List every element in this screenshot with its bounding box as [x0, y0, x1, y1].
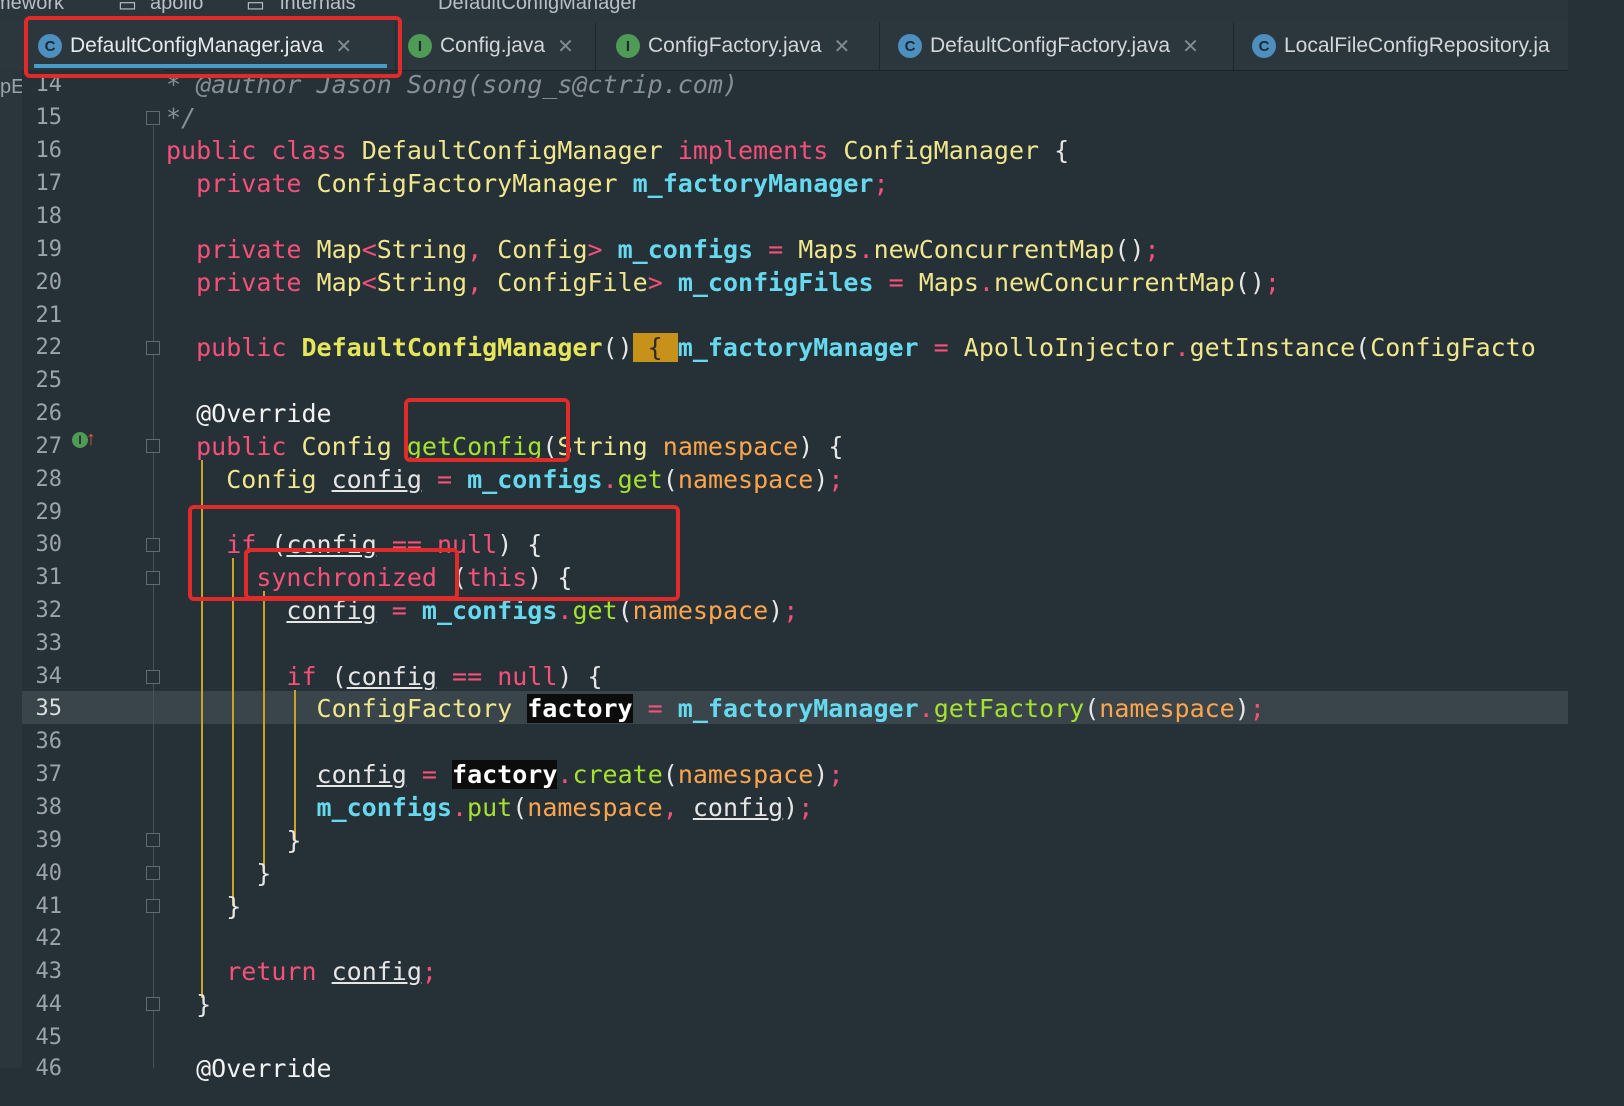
line-number[interactable]: 27 [22, 430, 63, 463]
line-number[interactable]: 17 [22, 167, 63, 200]
fold-marker[interactable] [146, 341, 160, 355]
tab-label: DefaultConfigFactory.java [930, 34, 1171, 57]
line-number[interactable]: 36 [22, 725, 63, 758]
close-icon[interactable]: ✕ [1182, 34, 1199, 59]
tab-localfileconfigrepository[interactable]: C LocalFileConfigRepository.ja [1242, 22, 1568, 70]
class-icon: C [1252, 34, 1276, 58]
line-number[interactable]: 32 [22, 594, 63, 627]
folder-icon: ▭ [246, 0, 265, 16]
code-line-20[interactable]: private Map<String, ConfigFile> m_config… [166, 266, 1280, 299]
code-line-28[interactable]: Config config = m_configs.get(namespace)… [166, 463, 843, 496]
line-number[interactable]: 26 [22, 397, 63, 430]
tool-strip-label: pE [0, 76, 25, 98]
code-line-40[interactable]: } [166, 857, 271, 890]
code-line-35[interactable]: ConfigFactory factory = m_factoryManager… [166, 692, 1265, 725]
fold-marker[interactable] [146, 866, 160, 880]
code-line-34[interactable]: if (config == null) { [166, 660, 602, 693]
arrow-up-icon: ↑ [86, 428, 96, 450]
line-number[interactable]: 31 [22, 561, 63, 594]
code-line-17[interactable]: private ConfigFactoryManager m_factoryMa… [166, 167, 888, 200]
line-number[interactable]: 41 [22, 890, 63, 923]
code-line-16[interactable]: public class DefaultConfigManager implem… [166, 134, 1069, 167]
breadcrumb-item[interactable]: apollo [150, 0, 203, 15]
tab-label: ConfigFactory.java [648, 34, 822, 57]
code-line-39[interactable]: } [166, 824, 301, 857]
fold-guide [153, 126, 154, 1068]
code-line-15[interactable]: */ [166, 101, 196, 134]
project-tool-strip[interactable]: pE [0, 70, 25, 1068]
breadcrumb-item[interactable]: mework [0, 0, 64, 15]
line-number[interactable]: 19 [22, 233, 63, 266]
line-number[interactable]: 40 [22, 857, 63, 890]
code-line-43[interactable]: return config; [166, 955, 437, 988]
line-number[interactable]: 16 [22, 134, 63, 167]
tab-configfactory[interactable]: I ConfigFactory.java ✕ [606, 22, 880, 70]
line-number[interactable]: 35 [22, 692, 63, 725]
line-number[interactable]: 39 [22, 824, 63, 857]
tab-config[interactable]: I Config.java ✕ [398, 22, 596, 70]
line-number[interactable]: 30 [22, 528, 63, 561]
line-number[interactable]: 29 [22, 496, 63, 529]
interface-icon: I [408, 34, 432, 58]
close-icon[interactable]: ✕ [834, 34, 851, 59]
tab-label: LocalFileConfigRepository.ja [1284, 34, 1550, 57]
code-line-37[interactable]: config = factory.create(namespace); [166, 758, 843, 791]
annotation-box-synchronized [244, 548, 459, 600]
code-line-44[interactable]: } [166, 988, 211, 1021]
breadcrumb-item[interactable]: internals [280, 0, 356, 15]
code-line-41[interactable]: } [166, 890, 241, 923]
code-line-26[interactable]: @Override [166, 397, 331, 430]
fold-marker[interactable] [146, 899, 160, 913]
line-number[interactable]: 43 [22, 955, 63, 988]
tab-defaultconfigfactory[interactable]: C DefaultConfigFactory.java ✕ [888, 22, 1234, 70]
annotation-box-tab [24, 16, 402, 78]
interface-icon: I [616, 34, 640, 58]
fold-marker[interactable] [146, 571, 160, 585]
fold-marker[interactable] [146, 997, 160, 1011]
close-icon[interactable]: ✕ [557, 34, 574, 59]
tab-label: Config.java [440, 34, 546, 57]
line-number[interactable]: 45 [22, 1021, 63, 1054]
fold-marker[interactable] [146, 538, 160, 552]
code-line-46[interactable]: @Override [166, 1052, 331, 1085]
line-number[interactable]: 20 [22, 266, 63, 299]
line-number[interactable]: 38 [22, 791, 63, 824]
line-number[interactable]: 28 [22, 463, 63, 496]
fold-marker[interactable] [146, 111, 160, 125]
code-line-22[interactable]: public DefaultConfigManager() { m_factor… [166, 331, 1536, 364]
line-number[interactable]: 42 [22, 922, 63, 955]
folder-icon: ▭ [118, 0, 137, 16]
breadcrumb-item[interactable]: DefaultConfigManager [438, 0, 638, 15]
line-number[interactable]: 34 [22, 660, 63, 693]
line-number[interactable]: 37 [22, 758, 63, 791]
fold-marker[interactable] [146, 833, 160, 847]
line-number[interactable]: 21 [22, 299, 63, 332]
line-number[interactable]: 33 [22, 627, 63, 660]
line-number[interactable]: 44 [22, 988, 63, 1021]
class-icon: C [898, 34, 922, 58]
code-line-19[interactable]: private Map<String, Config> m_configs = … [166, 233, 1159, 266]
fold-marker[interactable] [146, 439, 160, 453]
line-number[interactable]: 22 [22, 331, 63, 364]
line-number[interactable]: 15 [22, 101, 63, 134]
line-number[interactable]: 25 [22, 364, 63, 397]
line-number[interactable]: 46 [22, 1052, 63, 1085]
annotation-box-getconfig [404, 398, 570, 462]
code-line-38[interactable]: m_configs.put(namespace, config); [166, 791, 814, 824]
folded-brace[interactable]: { [632, 333, 678, 362]
fold-marker[interactable] [146, 670, 160, 684]
line-number[interactable]: 18 [22, 200, 63, 233]
selected-factory-variable[interactable]: factory [527, 694, 633, 723]
